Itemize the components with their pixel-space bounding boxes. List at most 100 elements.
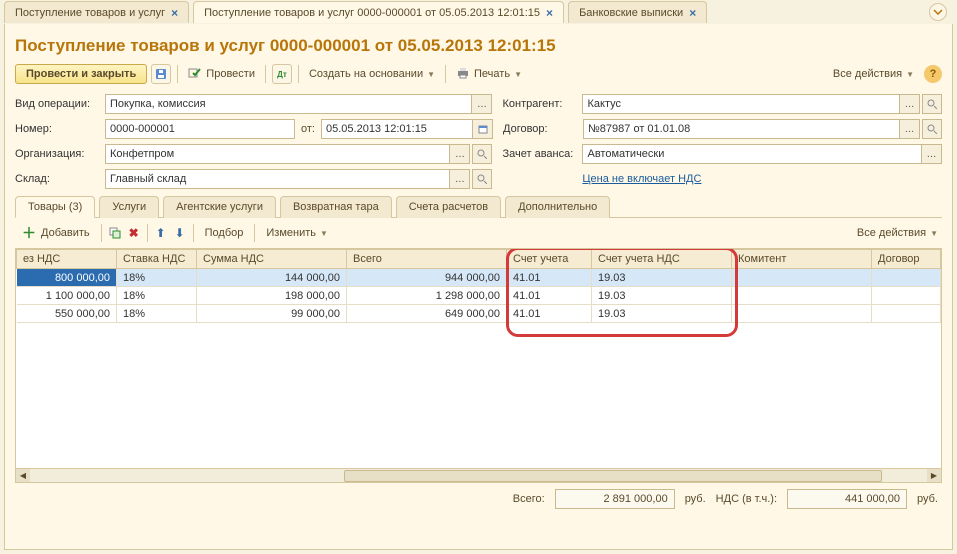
calendar-icon[interactable] xyxy=(473,119,493,139)
cell-rate[interactable]: 18% xyxy=(117,269,197,287)
chevron-down-icon[interactable] xyxy=(929,3,947,21)
col-sum[interactable]: ез НДС xyxy=(17,250,117,269)
search-icon[interactable] xyxy=(472,169,492,189)
warehouse-input[interactable] xyxy=(105,169,450,189)
cell-accvat[interactable]: 19.03 xyxy=(592,305,732,323)
close-icon[interactable]: × xyxy=(546,6,553,20)
cell-acc[interactable]: 41.01 xyxy=(507,287,592,305)
submit-close-button[interactable]: Провести и закрыть xyxy=(15,64,147,84)
cell-sum[interactable]: 800 000,00 xyxy=(17,269,117,287)
table-row[interactable]: 800 000,0018%144 000,00944 000,0041.0119… xyxy=(17,269,941,287)
scroll-left-icon[interactable]: ◀ xyxy=(16,469,30,483)
chevron-down-icon: ▼ xyxy=(906,70,914,79)
post-button[interactable]: Провести xyxy=(184,65,259,84)
cell-kom[interactable] xyxy=(732,269,872,287)
ellipsis-icon[interactable]: … xyxy=(922,144,942,164)
cell-vat[interactable]: 144 000,00 xyxy=(197,269,347,287)
chevron-down-icon: ▼ xyxy=(427,70,435,79)
tab-goods[interactable]: Товары (3) xyxy=(15,196,95,218)
cell-dog[interactable] xyxy=(872,305,941,323)
tab-additional[interactable]: Дополнительно xyxy=(505,196,610,218)
chevron-down-icon: ▼ xyxy=(930,229,938,238)
contractor-input[interactable] xyxy=(582,94,900,114)
ellipsis-icon[interactable]: … xyxy=(900,94,920,114)
cell-vat[interactable]: 99 000,00 xyxy=(197,305,347,323)
warehouse-label: Склад: xyxy=(15,173,105,185)
tab-services[interactable]: Услуги xyxy=(99,196,159,218)
create-based-button[interactable]: Создать на основании ▼ xyxy=(305,66,439,82)
ellipsis-icon[interactable]: … xyxy=(472,94,492,114)
all-actions-label: Все действия xyxy=(833,68,902,80)
ellipsis-icon[interactable]: … xyxy=(450,144,470,164)
col-vat[interactable]: Сумма НДС xyxy=(197,250,347,269)
all-actions-button[interactable]: Все действия ▼ xyxy=(829,66,918,82)
close-icon[interactable]: × xyxy=(689,6,696,20)
tab-1[interactable]: Поступление товаров и услуг 0000-000001 … xyxy=(193,1,564,23)
tab-label: Поступление товаров и услуг xyxy=(15,7,165,19)
cell-total[interactable]: 944 000,00 xyxy=(347,269,507,287)
total-label: Всего: xyxy=(513,493,545,505)
dk-icon[interactable]: Дт xyxy=(272,64,292,84)
operation-input[interactable] xyxy=(105,94,472,114)
all-actions-button[interactable]: Все действия ▼ xyxy=(853,225,942,241)
cell-accvat[interactable]: 19.03 xyxy=(592,269,732,287)
cell-total[interactable]: 649 000,00 xyxy=(347,305,507,323)
number-input[interactable] xyxy=(105,119,295,139)
help-icon[interactable]: ? xyxy=(924,65,942,83)
close-icon[interactable]: × xyxy=(171,6,178,20)
save-icon[interactable] xyxy=(151,64,171,84)
col-accvat[interactable]: Счет учета НДС xyxy=(592,250,732,269)
tab-0[interactable]: Поступление товаров и услуг × xyxy=(4,1,189,23)
move-down-icon[interactable]: ⬇ xyxy=(172,225,188,241)
table-row[interactable]: 550 000,0018%99 000,00649 000,0041.0119.… xyxy=(17,305,941,323)
col-total[interactable]: Всего xyxy=(347,250,507,269)
contract-input[interactable] xyxy=(583,119,900,139)
search-icon[interactable] xyxy=(922,119,942,139)
cell-sum[interactable]: 1 100 000,00 xyxy=(17,287,117,305)
goods-table[interactable]: ез НДС Ставка НДС Сумма НДС Всего Счет у… xyxy=(16,249,941,323)
cell-kom[interactable] xyxy=(732,305,872,323)
print-button[interactable]: Печать ▼ xyxy=(452,65,526,84)
tab-2[interactable]: Банковские выписки × xyxy=(568,1,707,23)
tab-returnable[interactable]: Возвратная тара xyxy=(280,196,392,218)
search-icon[interactable] xyxy=(472,144,492,164)
col-dog[interactable]: Договор xyxy=(872,250,941,269)
table-row[interactable]: 1 100 000,0018%198 000,001 298 000,0041.… xyxy=(17,287,941,305)
copy-row-icon[interactable] xyxy=(107,225,123,241)
move-up-icon[interactable]: ⬆ xyxy=(153,225,169,241)
ellipsis-icon[interactable]: … xyxy=(450,169,470,189)
cell-rate[interactable]: 18% xyxy=(117,305,197,323)
summary-footer: Всего: 2 891 000,00 руб. НДС (в т.ч.): 4… xyxy=(15,483,942,509)
price-vat-link[interactable]: Цена не включает НДС xyxy=(582,173,701,185)
selection-button[interactable]: Подбор xyxy=(199,225,250,241)
org-input[interactable] xyxy=(105,144,450,164)
ellipsis-icon[interactable]: … xyxy=(900,119,920,139)
cell-rate[interactable]: 18% xyxy=(117,287,197,305)
cell-total[interactable]: 1 298 000,00 xyxy=(347,287,507,305)
search-icon[interactable] xyxy=(922,94,942,114)
cell-kom[interactable] xyxy=(732,287,872,305)
cell-acc[interactable]: 41.01 xyxy=(507,305,592,323)
tab-accounts[interactable]: Счета расчетов xyxy=(396,196,501,218)
cell-vat[interactable]: 198 000,00 xyxy=(197,287,347,305)
tab-agent[interactable]: Агентские услуги xyxy=(163,196,276,218)
col-kom[interactable]: Комитент xyxy=(732,250,872,269)
page-title: Поступление товаров и услуг 0000-000001 … xyxy=(15,36,942,56)
date-input[interactable] xyxy=(321,119,473,139)
add-row-button[interactable]: ＋ Добавить xyxy=(15,223,96,243)
chevron-down-icon: ▼ xyxy=(514,70,522,79)
cell-sum[interactable]: 550 000,00 xyxy=(17,305,117,323)
col-acc[interactable]: Счет учета xyxy=(507,250,592,269)
cell-dog[interactable] xyxy=(872,269,941,287)
number-label: Номер: xyxy=(15,123,105,135)
delete-row-icon[interactable]: ✖ xyxy=(126,225,142,241)
cell-accvat[interactable]: 19.03 xyxy=(592,287,732,305)
scroll-right-icon[interactable]: ▶ xyxy=(927,469,941,483)
h-scrollbar[interactable]: ◀ ▶ xyxy=(16,468,941,482)
col-rate[interactable]: Ставка НДС xyxy=(117,250,197,269)
advance-input[interactable] xyxy=(582,144,922,164)
post-icon xyxy=(188,67,202,82)
cell-dog[interactable] xyxy=(872,287,941,305)
edit-button[interactable]: Изменить ▼ xyxy=(260,225,334,241)
cell-acc[interactable]: 41.01 xyxy=(507,269,592,287)
